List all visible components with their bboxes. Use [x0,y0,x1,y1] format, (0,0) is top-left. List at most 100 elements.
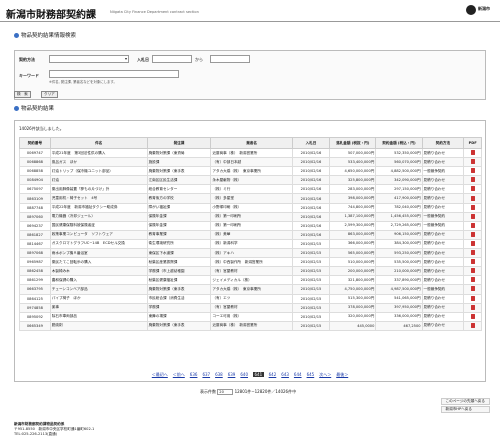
city-logo[interactable]: 新潟市 [466,4,496,20]
table-row[interactable]: 0861299 農和保健の購入 秋葉区健康福祉課 ジェイメディカル（株） 2010/02… [19,275,482,286]
table-row[interactable]: 0895092 除石市車両部品 東舞の場課 コーエ可用（株） 2010/02/15 320… [19,311,482,322]
chevron-down-icon: ▾ [124,56,127,61]
pager-link[interactable]: 最後＞ [336,372,348,378]
pdf-icon[interactable] [470,259,475,265]
pager-link[interactable]: 639 [228,372,236,377]
pdf-icon[interactable] [470,250,475,256]
pdf-icon[interactable] [470,222,475,228]
pager-link[interactable]: 642 [269,372,277,377]
pdf-icon[interactable] [470,268,475,274]
clear-button[interactable]: クリア [41,91,58,98]
pdf-icon[interactable] [470,286,475,292]
contract-title-link[interactable]: 電力機器（冷却ジェール） [49,211,148,222]
pager-link[interactable]: 636 [190,372,198,377]
table-cell: 市民総合課（消費生活 [146,293,212,304]
table-row[interactable]: 0069747 平成21年度 第3回法性供の購入 廃棄物対策課（東資局 近藤商事（株）… [19,147,482,159]
pager-link[interactable]: 637 [202,372,210,377]
table-cell: （有）エツ [210,293,293,304]
pdf-icon[interactable] [470,322,475,328]
table-row[interactable]: 0864125 パイプ椅子 ほか 市民総合課（消費生活 （有）エツ 2010/02/15… [19,293,482,304]
pdf-icon[interactable] [470,204,475,210]
contract-title-link[interactable]: パイプ椅子 ほか [49,293,148,304]
table-cell: 2010/02/16 [291,229,331,240]
pager-link[interactable]: 640 [240,372,248,377]
table-cell: 2010/02/15 [291,320,331,331]
table-row[interactable]: 0862458 木製椅み木 学務課（市上越幼稚園 （有）官屋教材 2010/02/15 2… [19,266,482,277]
pdf-icon[interactable] [470,195,475,201]
pdf-icon[interactable] [470,295,475,301]
table-header-row: 契約番号 件名 発注課 業者名 入札日 落札金額 (税抜・円) 契約金額 (税込・円) 契約方… [19,137,482,149]
pager-link[interactable]: 638 [215,372,223,377]
contract-title-link[interactable]: 木製椅み木 [49,266,148,277]
date-to-input[interactable] [210,55,250,63]
contract-title-link[interactable]: ガスクロマトグラフUC−14B ECDセル交換 [49,238,148,250]
table-row[interactable]: 0068868 風呂ガス ほか 施設課 （有）中部日本越 2010/02/16 533,4… [19,157,482,168]
contract-title-link[interactable]: 児童用机・椅子セット 4号 [49,193,148,204]
contract-method-label: 契約方法 [19,57,35,62]
table-row[interactable]: 0694237 国民健康保険料被保険者証 保険年金課 （株）第一印刷所 2010/02/… [19,220,482,231]
pager-link[interactable]: 次へ＞ [319,372,331,378]
contract-title-link[interactable]: 乗出用肺像装置「夢もの片づけ」外 [49,184,148,195]
pager-link[interactable]: ＜最初へ [152,372,168,378]
keyword-input[interactable] [49,70,179,78]
pager-link[interactable]: 641 [253,372,264,377]
contract-title-link[interactable]: 乗民たてこ回転歩の購入 [49,257,148,268]
table-row[interactable]: 0675097 乗出用肺像装置「夢もの片づけ」外 総合教育センター （株）ミ行 2010… [19,184,482,195]
table-row[interactable]: 0665349 脱硫剤 廃棄物対策課（東手表 近藤商事（株） 新潟営業所 2010/02… [19,320,482,331]
contract-title-link[interactable]: 雨水ポンプ機Ａ番浴室 [49,248,148,259]
per-page-control: 表示件数 20 12801件−12820件／14026件中 [200,389,296,395]
pdf-icon[interactable] [470,313,475,319]
pdf-icon[interactable] [470,177,475,183]
table-row[interactable]: 0887748 平成22年度 新潟市福祉タクシー助成券 障がい福祉課 小野塚印刷（株）… [19,202,482,213]
date-from-input[interactable] [152,55,192,63]
table-row[interactable]: 0965987 乗民たてこ回転歩の購入 秋葉区産業振興課 （株）中西製作所 新潟営業所… [19,257,482,268]
pdf-icon[interactable] [470,168,475,174]
contract-method-select[interactable]: ▾ [49,55,129,63]
table-row[interactable]: 0663795 チェーンコンベア部品 廃棄物対策課（東手表 アタカ大橋（株） 東京事業… [19,284,482,295]
contract-title-link[interactable]: 脱硫剤 [49,320,148,331]
pdf-icon[interactable] [470,304,475,310]
pdf-icon[interactable] [470,159,475,165]
table-row[interactable]: 0068858 灯油トリップ（保冷機ユニット部品） 廃棄物対策課（東手表 アタカ大橋（… [19,166,482,177]
table-row[interactable]: 0814467 ガスクロマトグラフUC−14B ECDセル交換 衛生環境研究所 （株）… [19,238,482,250]
table-row[interactable]: 0084904 灯油 江南区区民生活課 永木屋献物（株） 2010/02/16 325,8… [19,175,482,186]
pdf-icon[interactable] [470,186,475,192]
contract-title-link[interactable]: 灯油トリップ（保冷機ユニット部品） [49,166,148,177]
pdf-icon[interactable] [470,240,475,246]
pagination: ＜最初へ ＜前へ 636 637 638 639 640 641 642 643 644 645 次へ＞… [0,372,500,378]
table-row[interactable]: 0863109 児童用机・椅子セット 4号 教育後方の学校 （株）多星堂 2010/02… [19,193,482,204]
back-to-top-link[interactable]: このページの先頭へ戻る [440,398,490,405]
bullet-icon [14,105,19,111]
search-button[interactable]: 検 索 [14,91,31,98]
pdf-icon[interactable] [470,150,475,156]
table-row[interactable]: 0861827 政策事業コンピュータ ソフトウェア 教育事業課 （株）美華 2010/0… [19,229,482,240]
table-row[interactable]: 0897060 電力機器（冷却ジェール） 保険年金課 （株）第一印刷所 2010/02/… [19,211,482,222]
contract-title-link[interactable]: 灯油 [49,175,148,186]
contract-title-link[interactable]: 風呂ガス ほか [49,157,148,168]
contract-title-link[interactable]: 平成21年度 第3回法性供の購入 [49,147,148,159]
contract-title-link[interactable]: 農和保健の購入 [49,275,148,286]
table-cell: 0863109 [19,193,51,204]
table-row[interactable]: 0897068 雨水ポンプ機Ａ番浴室 東保区下水道課 （株）アキハ 2010/02/15… [19,248,482,259]
contract-title-link[interactable]: 楽事 [49,302,148,313]
pdf-icon[interactable] [470,213,475,219]
table-cell: 510,000,000円 [329,257,377,268]
contract-title-link[interactable]: チェーンコンベア部品 [49,284,148,295]
pager-link[interactable]: 644 [294,372,302,377]
pager-link[interactable]: ＜前へ [173,372,185,378]
pager-link[interactable]: 645 [307,372,315,377]
city-hp-link[interactable]: 新潟市HPへ戻る [440,406,490,413]
pdf-icon[interactable] [470,231,475,237]
pdf-icon[interactable] [470,277,475,283]
table-cell: 2,599,300,000円 [329,220,377,231]
contract-title-link[interactable]: 政策事業コンピュータ ソフトウェア [49,229,148,240]
table-row[interactable]: 0974858 楽事 学務課 （有）官屋教材 2010/02/15 378,000,000… [19,302,482,313]
contract-title-link[interactable]: 除石市車両部品 [49,311,148,322]
pager-link[interactable]: 643 [281,372,289,377]
per-page-select[interactable]: 20 [217,389,234,395]
contract-title-link[interactable]: 平成22年度 新潟市福祉タクシー助成券 [49,202,148,213]
contract-title-link[interactable]: 国民健康保険料被保険者証 [49,220,148,231]
table-cell: 見積り合わせ [421,320,465,331]
site-title[interactable]: 新潟市財務部契約課 [6,6,96,21]
table-cell: 1,456,455,000円 [375,211,423,222]
